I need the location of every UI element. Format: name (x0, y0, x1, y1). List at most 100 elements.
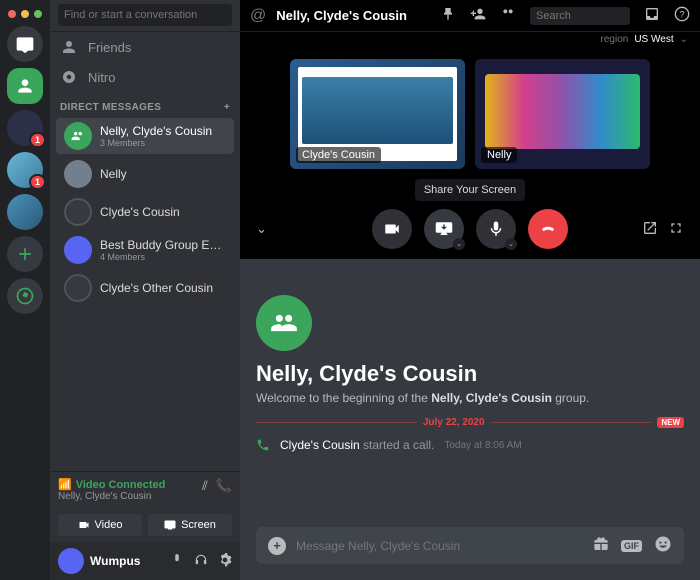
server-list: 1 1 (0, 0, 50, 580)
signal-icon: 📶 (58, 478, 72, 491)
emoji-icon[interactable] (654, 535, 672, 556)
at-icon: @ (250, 7, 266, 25)
video-label: Video (95, 519, 123, 531)
chat-area: Nelly, Clyde's Cousin Welcome to the beg… (240, 259, 700, 527)
chevron-down-icon: ⌄ (453, 238, 465, 250)
dm-members: 3 Members (100, 138, 212, 148)
inbox-icon[interactable] (644, 6, 660, 25)
disconnect-call-button[interactable] (528, 209, 568, 249)
group-avatar-icon (64, 236, 92, 264)
channel-title: Nelly, Clyde's Cousin (276, 8, 407, 23)
close-dot[interactable] (8, 10, 16, 18)
friends-nav[interactable]: Friends (50, 32, 240, 62)
explore-button[interactable] (7, 278, 43, 314)
message-input-box: + GIF (256, 527, 684, 564)
screen-label: Screen (181, 519, 216, 531)
members-icon[interactable] (500, 6, 516, 25)
minimize-dot[interactable] (21, 10, 29, 18)
group-avatar-icon (64, 122, 92, 150)
gift-icon[interactable] (593, 536, 609, 555)
user-panel: Wumpus (50, 542, 240, 580)
screenshare-button[interactable]: ⌄ (424, 209, 464, 249)
chevron-down-icon: ⌄ (505, 238, 517, 250)
maximize-dot[interactable] (34, 10, 42, 18)
message-search-input[interactable] (530, 7, 630, 25)
dm-name: Clyde's Cousin (100, 205, 180, 219)
deafen-icon[interactable] (194, 553, 208, 570)
user-avatar-icon (64, 198, 92, 226)
notification-badge: 1 (29, 174, 46, 190)
mute-icon[interactable] (170, 553, 184, 570)
stream-buttons: Video Screen (50, 508, 240, 542)
home-button[interactable] (7, 26, 43, 62)
message-author: Clyde's Cousin (280, 438, 360, 452)
collapse-toggle-icon[interactable]: ⌄ (256, 221, 267, 237)
friends-label: Friends (88, 40, 131, 55)
call-controls: ⌄ ⌄ ⌄ (256, 209, 684, 249)
video-tile[interactable]: Nelly (475, 59, 650, 169)
dm-search-input[interactable] (58, 4, 232, 26)
server-item[interactable]: 1 (7, 110, 43, 146)
region-label: region (601, 34, 629, 45)
help-icon[interactable]: ? (674, 6, 690, 25)
popout-icon[interactable] (642, 220, 658, 239)
user-avatar-icon (64, 160, 92, 188)
screen-button[interactable]: Screen (148, 514, 232, 536)
tile-username: Clyde's Cousin (296, 147, 381, 163)
new-messages-divider: July 22, 2020 NEW (256, 417, 684, 428)
voice-status: 📶Video Connected (58, 478, 165, 491)
dm-members: 4 Members (100, 252, 226, 262)
new-badge: NEW (657, 417, 684, 428)
region-bar: region US West ⌄ (240, 32, 700, 47)
attach-button[interactable]: + (268, 537, 286, 555)
message-time: Today at 8:06 AM (444, 440, 521, 451)
dm-item[interactable]: Clyde's Cousin (56, 194, 234, 230)
camera-toggle-button[interactable] (372, 209, 412, 249)
dm-header: DIRECT MESSAGES + (50, 92, 240, 117)
dm-item[interactable]: Nelly (56, 156, 234, 192)
window-controls (8, 6, 42, 20)
server-active[interactable] (7, 68, 43, 104)
dm-item[interactable]: Best Buddy Group Ever4 Members (56, 232, 234, 268)
gif-button[interactable]: GIF (621, 540, 642, 552)
mute-toggle-button[interactable]: ⌄ (476, 209, 516, 249)
dm-header-label: DIRECT MESSAGES (60, 102, 161, 113)
dm-item-selected[interactable]: Nelly, Clyde's Cousin3 Members (56, 118, 234, 154)
message-action: started a call. (360, 438, 435, 452)
welcome-block: Nelly, Clyde's Cousin Welcome to the beg… (256, 295, 684, 405)
noise-suppression-icon[interactable]: ⫽ (202, 478, 208, 502)
dm-name: Clyde's Other Cousin (100, 281, 213, 295)
server-item[interactable]: 1 (7, 152, 43, 188)
nitro-nav[interactable]: Nitro (50, 62, 240, 92)
dm-item[interactable]: Clyde's Other Cousin (56, 270, 234, 306)
create-dm-icon[interactable]: + (224, 102, 230, 113)
add-server-button[interactable] (7, 236, 43, 272)
welcome-text: Welcome to the beginning of the Nelly, C… (256, 391, 684, 405)
video-tile[interactable]: Clyde's Cousin (290, 59, 465, 169)
screen-icon (164, 519, 176, 531)
nitro-icon (60, 68, 78, 86)
notification-badge: 1 (29, 132, 46, 148)
user-avatar-icon (64, 274, 92, 302)
message-input-area: + GIF (240, 527, 700, 580)
voice-connection-panel: 📶Video Connected Nelly, Clyde's Cousin ⫽… (50, 471, 240, 508)
server-item[interactable] (7, 194, 43, 230)
svg-text:?: ? (679, 9, 684, 19)
disconnect-icon[interactable]: 📞 (216, 478, 232, 502)
fullscreen-icon[interactable] (668, 220, 684, 239)
dm-search-bar (50, 0, 240, 32)
self-avatar[interactable] (58, 548, 84, 574)
camera-icon (78, 519, 90, 531)
settings-icon[interactable] (218, 553, 232, 570)
tile-username: Nelly (481, 147, 517, 163)
add-friend-icon[interactable] (470, 6, 486, 25)
title-bar: @ Nelly, Clyde's Cousin ? (240, 0, 700, 32)
nitro-label: Nitro (88, 70, 115, 85)
pin-icon[interactable] (440, 6, 456, 25)
chevron-down-icon[interactable]: ⌄ (680, 34, 688, 45)
dm-name: Best Buddy Group Ever (100, 238, 226, 252)
message-input[interactable] (296, 539, 583, 553)
friends-icon (60, 38, 78, 56)
video-button[interactable]: Video (58, 514, 142, 536)
main-content: @ Nelly, Clyde's Cousin ? region US West… (240, 0, 700, 580)
